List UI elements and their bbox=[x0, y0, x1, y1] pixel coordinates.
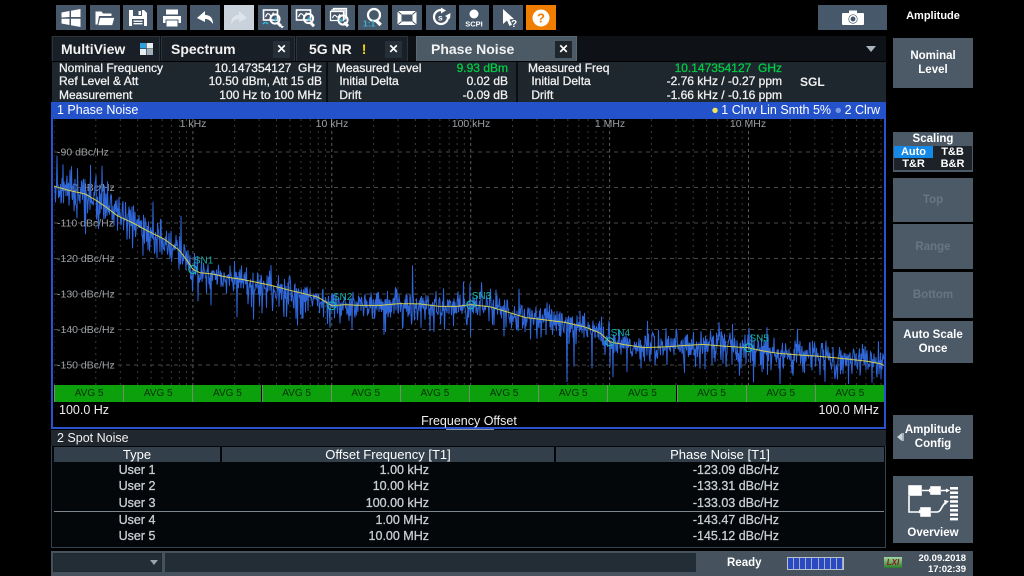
svg-text:10 MHz: 10 MHz bbox=[730, 119, 766, 130]
svg-text:SN2: SN2 bbox=[333, 292, 353, 303]
svg-text:-140 dBc/Hz: -140 dBc/Hz bbox=[57, 324, 115, 336]
svg-text:s: s bbox=[438, 12, 443, 22]
svg-text:-120 dBc/Hz: -120 dBc/Hz bbox=[57, 253, 115, 265]
svg-text:1 MHz: 1 MHz bbox=[595, 119, 625, 130]
svg-text:?: ? bbox=[537, 10, 545, 25]
svg-text:-150 dBc/Hz: -150 dBc/Hz bbox=[57, 360, 115, 372]
svg-text:100 kHz: 100 kHz bbox=[452, 119, 491, 130]
svg-text:SN1: SN1 bbox=[194, 256, 214, 267]
svg-text:SCPI: SCPI bbox=[465, 19, 483, 28]
svg-text:+: + bbox=[273, 15, 278, 24]
svg-text:-90 dBc/Hz: -90 dBc/Hz bbox=[57, 147, 109, 159]
svg-text:+: + bbox=[307, 14, 312, 23]
svg-text:-130 dBc/Hz: -130 dBc/Hz bbox=[57, 289, 115, 301]
svg-text:SN4: SN4 bbox=[611, 328, 631, 339]
svg-text:1:1: 1:1 bbox=[363, 18, 376, 28]
svg-text:SN3: SN3 bbox=[472, 291, 492, 302]
svg-text:?: ? bbox=[511, 19, 517, 29]
svg-text:+: + bbox=[339, 16, 344, 25]
svg-text:SN5: SN5 bbox=[750, 334, 770, 345]
svg-text:1 kHz: 1 kHz bbox=[180, 119, 207, 130]
svg-text:10 kHz: 10 kHz bbox=[316, 119, 349, 130]
